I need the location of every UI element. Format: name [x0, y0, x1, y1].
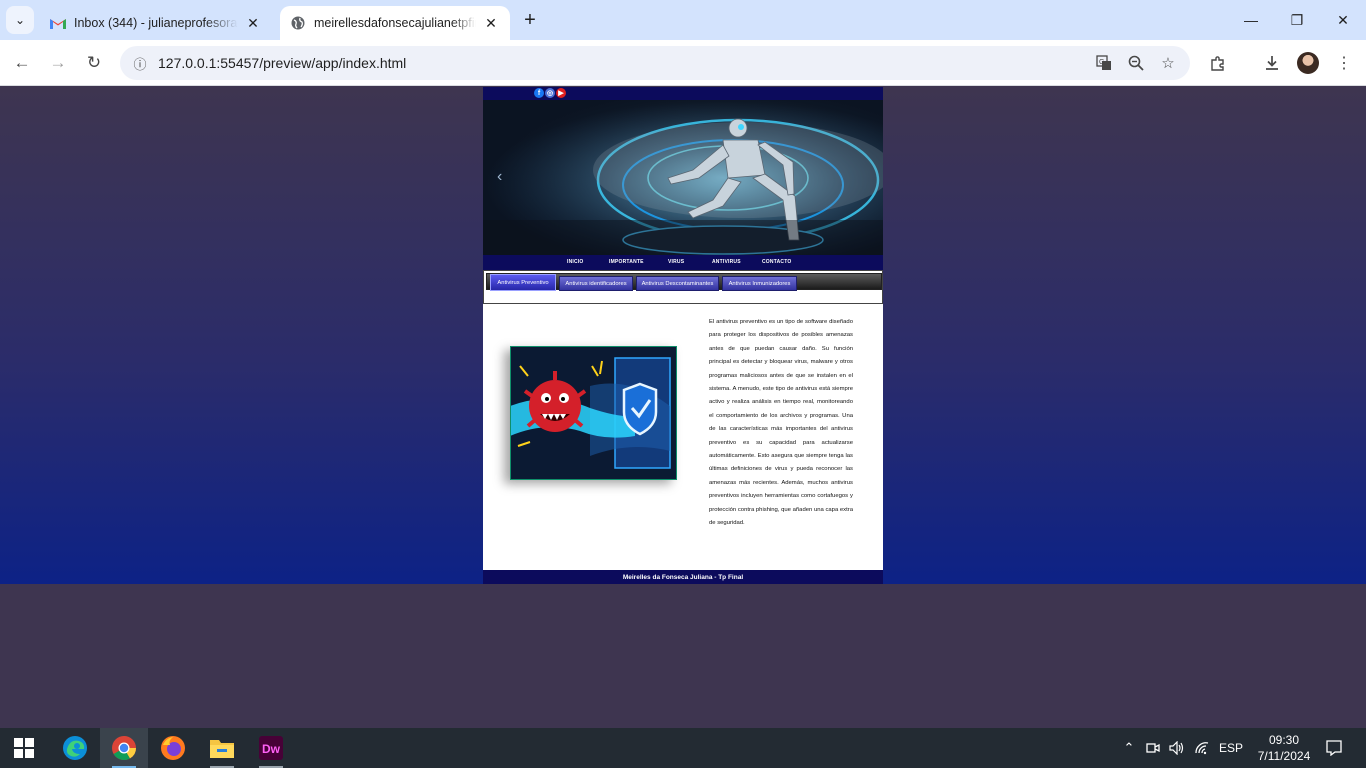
main-menu: INICIO IMPORTANTE VIRUS ANTIVIRUS CONTAC…	[483, 255, 883, 270]
close-window-button[interactable]: ✕	[1320, 0, 1366, 40]
tab-strip: ⌄ Inbox (344) - julianeprofesorado ✕ mei…	[0, 0, 1366, 40]
chrome-icon[interactable]	[100, 728, 148, 768]
svg-text:G: G	[1099, 59, 1104, 66]
tab-content: El antivirus preventivo es un tipo de so…	[483, 304, 883, 570]
clock-time: 09:30	[1268, 733, 1300, 747]
antivirus-tabs: Antivirus Preventivo Antivirus identific…	[483, 270, 883, 304]
meet-camera-icon[interactable]	[1142, 728, 1164, 768]
robot-hero-image	[483, 100, 883, 255]
hero-carousel[interactable]: ‹	[483, 100, 883, 255]
close-tab-icon[interactable]: ✕	[482, 14, 500, 32]
dreamweaver-icon[interactable]: Dw	[247, 728, 295, 768]
reload-icon: ↻	[86, 53, 102, 72]
page-background-lower	[0, 584, 1366, 728]
restore-icon: ❐	[1290, 11, 1304, 28]
chevron-down-icon: ⌄	[14, 13, 26, 27]
gmail-icon	[50, 15, 66, 31]
menu-item-inicio[interactable]: INICIO	[567, 259, 583, 265]
language-indicator[interactable]: ESP	[1216, 728, 1246, 768]
wifi-icon[interactable]	[1191, 728, 1213, 768]
profile-avatar[interactable]	[1297, 52, 1319, 74]
tabs-bar: Antivirus Preventivo Antivirus identific…	[486, 273, 882, 291]
menu-item-antivirus[interactable]: ANTIVIRUS	[712, 259, 741, 265]
forward-button[interactable]: →	[44, 49, 72, 77]
firefox-icon[interactable]	[149, 728, 197, 768]
tab-antivirus-preventivo[interactable]: Antivirus Preventivo	[490, 274, 556, 291]
browser-toolbar: ← → ↻ ⓘ 127.0.0.1:55457/preview/app/inde…	[0, 40, 1366, 86]
site-footer: Meirelles da Fonseca Juliana - Tp Final	[483, 570, 883, 584]
clock-date: 7/11/2024	[1257, 749, 1311, 763]
download-icon[interactable]	[1258, 49, 1286, 77]
windows-start-icon[interactable]	[14, 738, 34, 758]
reload-button[interactable]: ↻	[80, 49, 108, 77]
show-hidden-icons-chevron-up-icon[interactable]: ⌃	[1118, 728, 1140, 768]
close-icon: ✕	[1337, 11, 1349, 28]
url-text[interactable]: 127.0.0.1:55457/preview/app/index.html	[158, 55, 406, 71]
tab-antivirus-identificadores[interactable]: Antivirus identificadores	[559, 276, 633, 291]
site-info-icon[interactable]: ⓘ	[128, 51, 152, 75]
minimize-button[interactable]: —	[1228, 0, 1274, 40]
tab-gmail[interactable]: Inbox (344) - julianeprofesorado ✕	[40, 6, 272, 40]
article-text: El antivirus preventivo es un tipo de so…	[709, 319, 853, 527]
plus-icon: +	[524, 8, 536, 31]
translate-icon[interactable]: G	[1092, 51, 1116, 75]
new-tab-button[interactable]: +	[518, 8, 542, 32]
youtube-icon[interactable]: ▶	[556, 88, 566, 98]
menu-item-contacto[interactable]: CONTACTO	[762, 259, 791, 265]
bookmark-star-icon[interactable]: ☆	[1156, 51, 1180, 75]
antivirus-illustration	[510, 346, 677, 480]
close-tab-icon[interactable]: ✕	[244, 14, 262, 32]
volume-icon[interactable]	[1166, 728, 1188, 768]
globe-icon	[290, 15, 306, 31]
carousel-prev-icon[interactable]: ‹	[497, 168, 502, 186]
menu-item-importante[interactable]: IMPORTANTE	[609, 259, 644, 265]
address-bar[interactable]: ⓘ 127.0.0.1:55457/preview/app/index.html…	[120, 46, 1190, 80]
extensions-icon[interactable]	[1204, 49, 1232, 77]
notifications-icon[interactable]	[1320, 728, 1348, 768]
instagram-icon[interactable]: ◎	[545, 88, 555, 98]
restore-button[interactable]: ❐	[1274, 0, 1320, 40]
facebook-icon[interactable]: f	[534, 88, 544, 98]
zoom-icon[interactable]	[1124, 51, 1148, 75]
svg-text:Dw: Dw	[262, 742, 281, 756]
tab-active-site[interactable]: meirellesdafonsecajulianetpfinal ✕	[280, 6, 510, 40]
menu-item-virus[interactable]: VIRUS	[668, 259, 684, 265]
windows-taskbar: Dw ⌃ ESP 09:30 7/11/2024	[0, 728, 1366, 768]
social-bar: f ◎ ▶	[483, 87, 883, 100]
minimize-icon: —	[1244, 12, 1258, 28]
file-explorer-icon[interactable]	[198, 728, 246, 768]
tab-title: meirellesdafonsecajulianetpfinal	[314, 16, 476, 30]
more-menu-icon[interactable]: ⋮	[1330, 49, 1358, 77]
tab-antivirus-inmunizadores[interactable]: Antivirus Inmunizadores	[722, 276, 797, 291]
arrow-right-icon: →	[49, 53, 67, 72]
website: f ◎ ▶ ‹ INICIO IMPORTANTE VIRUS ANTIVIRU…	[483, 87, 883, 584]
clock[interactable]: 09:30 7/11/2024	[1248, 732, 1320, 764]
edge-icon[interactable]	[51, 728, 99, 768]
tab-antivirus-descontaminantes[interactable]: Antivirus Descontaminantes	[636, 276, 719, 291]
back-button[interactable]: ←	[8, 49, 36, 77]
arrow-left-icon: ←	[13, 53, 31, 72]
tab-search-button[interactable]: ⌄	[6, 6, 34, 34]
tab-title: Inbox (344) - julianeprofesorado	[74, 16, 238, 30]
